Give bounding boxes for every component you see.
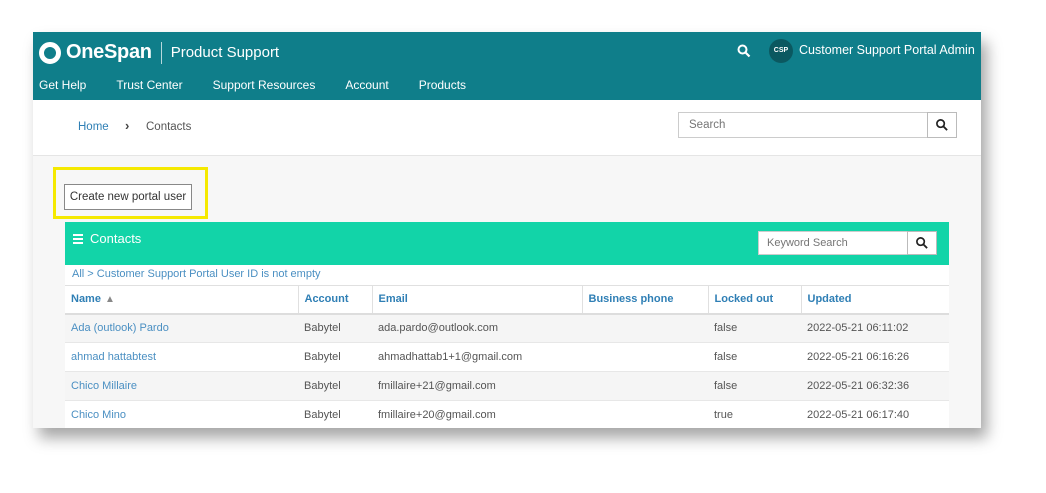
contacts-panel-header: Contacts [65, 222, 949, 265]
keyword-search-input[interactable] [758, 231, 908, 255]
nav-support-resources[interactable]: Support Resources [213, 78, 316, 98]
cell-updated: 2022-05-21 06:16:26 [801, 342, 949, 372]
cell-email: ahmadhattab1+1@gmail.com [372, 342, 582, 372]
brand-divider [160, 41, 162, 64]
search-icon[interactable] [737, 44, 751, 58]
cell-locked-out: true [708, 400, 801, 428]
site-search-button[interactable] [927, 112, 957, 138]
cell-locked-out: false [708, 313, 801, 343]
product-name: Product Support [170, 44, 280, 61]
contacts-title-text: Contacts [90, 231, 142, 246]
table-header-row: Name ▲ Account Email Business phone Locke… [65, 285, 949, 315]
menu-icon [73, 232, 83, 246]
column-header-email[interactable]: Email [372, 285, 583, 315]
cell-email: fmillaire+20@gmail.com [372, 400, 582, 428]
breadcrumb-home[interactable]: Home [78, 121, 109, 133]
contacts-table: Name ▲ Account Email Business phone Locke… [65, 285, 949, 428]
main-nav: Get Help Trust Center Support Resources … [33, 78, 490, 98]
contact-name-link[interactable]: Chico Millaire [65, 371, 298, 401]
cell-business-phone [582, 371, 708, 401]
breadcrumb-bar: Home › Contacts [33, 100, 981, 156]
search-icon [936, 119, 948, 131]
table-row: Ada (outlook) Pardo Babytel ada.pardo@ou… [65, 313, 949, 343]
cell-business-phone [582, 400, 708, 428]
column-header-business-phone[interactable]: Business phone [582, 285, 709, 315]
cell-account: Babytel [298, 400, 372, 428]
cell-locked-out: false [708, 371, 801, 401]
column-header-locked-out[interactable]: Locked out [708, 285, 802, 315]
create-portal-user-button[interactable]: Create new portal user [64, 184, 192, 210]
table-row: Chico Mino Babytel fmillaire+20@gmail.co… [65, 400, 949, 428]
cell-email: ada.pardo@outlook.com [372, 313, 582, 343]
contact-name-link[interactable]: Chico Mino [65, 400, 298, 428]
contacts-panel: Contacts All > Customer Support Portal U… [65, 222, 949, 428]
cell-account: Babytel [298, 371, 372, 401]
keyword-search-button[interactable] [907, 231, 937, 255]
avatar[interactable]: CSP [769, 39, 793, 63]
nav-products[interactable]: Products [419, 78, 466, 98]
contact-name-link[interactable]: ahmad hattabtest [65, 342, 298, 372]
cell-account: Babytel [298, 313, 372, 343]
column-header-name[interactable]: Name ▲ [65, 285, 299, 315]
cell-account: Babytel [298, 342, 372, 372]
sort-ascending-icon: ▲ [104, 294, 115, 306]
chevron-right-icon: › [125, 118, 130, 133]
onespan-logo-icon [39, 41, 61, 64]
table-row: Chico Millaire Babytel fmillaire+21@gmai… [65, 371, 949, 401]
filter-description[interactable]: All > Customer Support Portal User ID is… [72, 268, 321, 280]
cell-email: fmillaire+21@gmail.com [372, 371, 582, 401]
cell-locked-out: false [708, 342, 801, 372]
user-menu[interactable]: Customer Support Portal Admin [799, 43, 975, 57]
nav-trust-center[interactable]: Trust Center [116, 78, 182, 98]
cell-business-phone [582, 313, 708, 343]
browser-window: OneSpan Product Support CSP Customer Sup… [33, 32, 981, 428]
brand-logo[interactable]: OneSpan Product Support [39, 41, 279, 64]
column-header-updated[interactable]: Updated [801, 285, 949, 315]
cell-updated: 2022-05-21 06:17:40 [801, 400, 949, 428]
nav-account[interactable]: Account [345, 78, 388, 98]
table-row: ahmad hattabtest Babytel ahmadhattab1+1@… [65, 342, 949, 372]
top-header: OneSpan Product Support CSP Customer Sup… [33, 32, 981, 100]
cell-business-phone [582, 342, 708, 372]
contact-name-link[interactable]: Ada (outlook) Pardo [65, 313, 298, 343]
cell-updated: 2022-05-21 06:11:02 [801, 313, 949, 343]
column-header-account[interactable]: Account [298, 285, 373, 315]
main-content: Create new portal user Contacts All > Cu… [33, 156, 981, 428]
nav-get-help[interactable]: Get Help [39, 78, 86, 98]
site-search-input[interactable] [678, 112, 928, 138]
brand-name: OneSpan [66, 41, 152, 63]
breadcrumb-current: Contacts [146, 121, 192, 133]
search-icon [916, 237, 928, 249]
contacts-title[interactable]: Contacts [73, 231, 141, 246]
cell-updated: 2022-05-21 06:32:36 [801, 371, 949, 401]
